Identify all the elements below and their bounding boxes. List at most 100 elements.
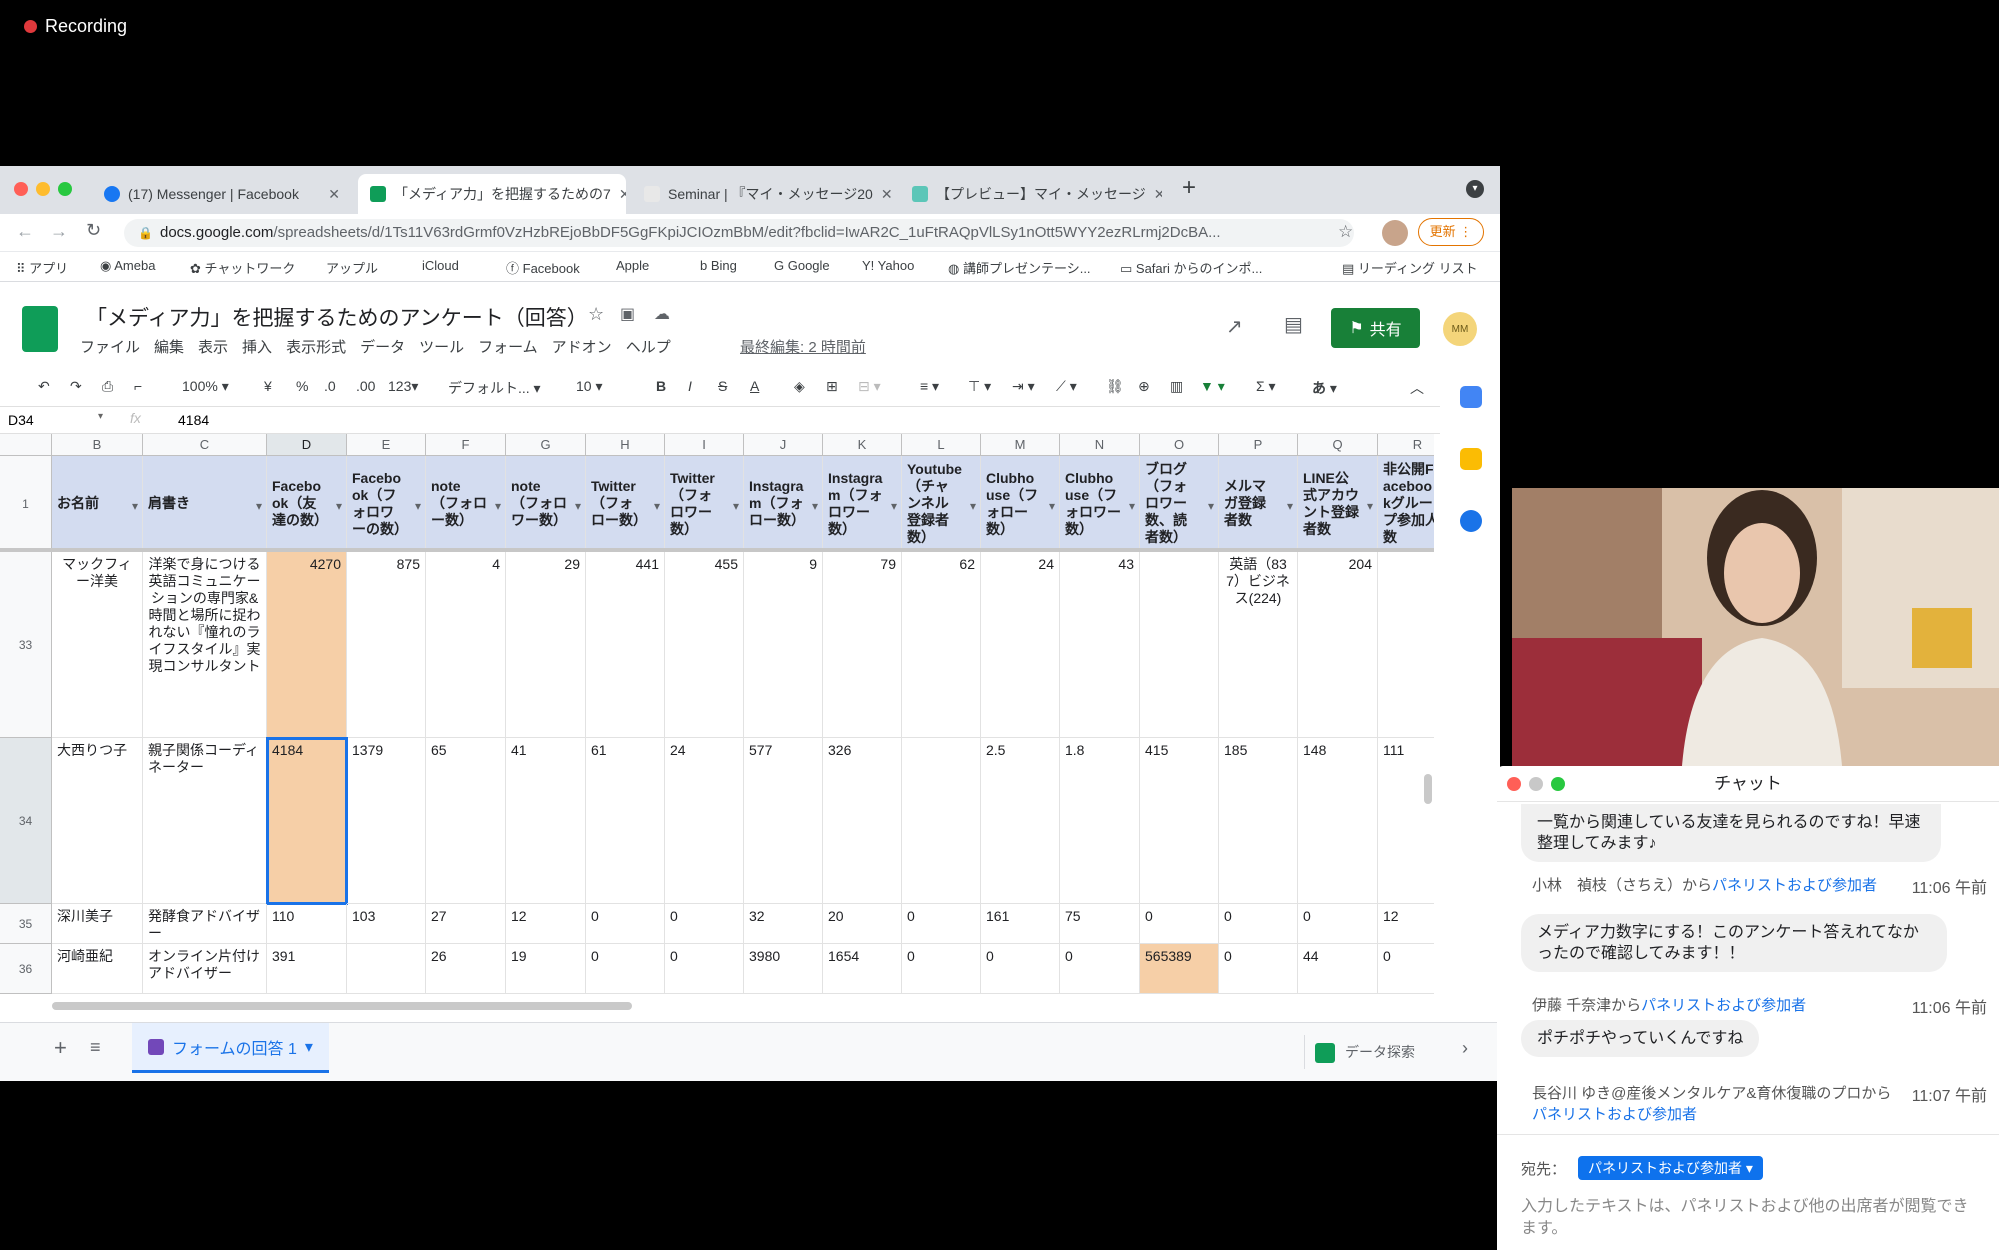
table-cell[interactable]: 415 [1140,738,1219,904]
sheets-logo-icon[interactable] [22,306,58,352]
table-cell[interactable]: 110 [267,904,347,944]
menu-help[interactable]: ヘルプ [626,336,671,357]
chat-input[interactable]: 入力したテキストは、パネリストおよび他の出席者が閲覧できます。 [1521,1196,1981,1240]
column-header-J[interactable]: J [744,434,823,456]
functions-icon[interactable]: Σ ▾ [1256,378,1276,395]
decrease-decimal-button[interactable]: .0 [324,378,336,394]
table-cell[interactable]: 9 [744,552,823,738]
filter-icon[interactable]: ▾ [575,498,581,515]
forward-icon[interactable]: → [50,221,68,242]
column-header-K[interactable]: K [823,434,902,456]
menu-edit[interactable]: 編集 [154,336,184,357]
table-cell[interactable]: 0 [1219,904,1298,944]
table-cell[interactable]: 0 [1378,944,1434,994]
percent-button[interactable]: % [296,378,308,394]
print-icon[interactable]: ⎙ [102,378,113,395]
table-cell[interactable]: 26 [426,944,506,994]
table-cell[interactable]: 0 [1060,944,1140,994]
table-cell[interactable]: 英語（837）ビジネス(224) [1219,552,1298,738]
table-cell[interactable]: 親子関係コーディネーター [143,738,267,904]
column-header-N[interactable]: N [1060,434,1140,456]
column-title[interactable]: ブログ（フォロワー数、読者数） ▾ [1140,456,1219,552]
column-title[interactable]: LINE公式アカウント登録者数 ▾ [1298,456,1378,552]
table-cell[interactable]: 2.5 [981,738,1060,904]
ime-button[interactable]: あ ▾ [1312,378,1337,398]
column-title[interactable]: 非公開Facebookグループ参加人数▾ [1378,456,1434,552]
bookmark-item[interactable]: ◍ 講師プレゼンテーシ... [948,258,1091,277]
filter-icon[interactable]: ▾ [654,498,660,515]
table-cell[interactable]: 43 [1060,552,1140,738]
table-cell[interactable]: 161 [981,904,1060,944]
table-cell[interactable]: オンライン片付けアドバイザー [143,944,267,994]
table-cell[interactable]: 0 [981,944,1060,994]
recipient-select[interactable]: パネリストおよび参加者 ▾ [1578,1156,1763,1180]
table-cell[interactable]: 148 [1298,738,1378,904]
select-all-corner[interactable] [0,434,52,456]
menu-view[interactable]: 表示 [198,336,228,357]
paint-format-icon[interactable]: ⌐ [134,378,142,394]
format-select[interactable]: 123▾ [388,378,418,395]
close-icon[interactable]: ✕ [1154,186,1162,203]
table-cell[interactable]: 204 [1298,552,1378,738]
column-title[interactable]: Instagram（フォロワー数） ▾ [823,456,902,552]
row-header-36[interactable]: 36 [0,944,52,994]
filter-icon[interactable]: ▾ [1287,498,1293,515]
column-header-O[interactable]: O [1140,434,1219,456]
table-cell[interactable] [902,738,981,904]
tab-search-icon[interactable]: ▾ [1466,180,1484,198]
column-title[interactable]: Clubhouse（フォロワー数） ▾ [1060,456,1140,552]
table-cell[interactable]: 0 [1298,904,1378,944]
table-cell[interactable]: 12 [506,904,586,944]
tab-seminar[interactable]: Seminar | 『マイ・メッセージ20 ✕ [632,174,892,214]
column-header-C[interactable]: C [143,434,267,456]
table-cell[interactable]: 111 [1378,738,1434,904]
text-rotate-icon[interactable]: ⟋ ▾ [1056,378,1077,395]
sheet-tab[interactable]: フォームの回答 1 ▾ [132,1023,329,1073]
table-cell[interactable]: 441 [586,552,665,738]
increase-decimal-button[interactable]: .00 [356,378,375,394]
activity-trend-icon[interactable]: ↗ [1226,314,1243,339]
bookmark-item[interactable]: ✿ チャットワーク [190,258,295,277]
table-cell[interactable]: 0 [586,944,665,994]
star-icon[interactable]: ☆ [588,304,604,325]
column-header-F[interactable]: F [426,434,506,456]
table-cell[interactable]: 3980 [744,944,823,994]
table-cell[interactable]: 185 [1219,738,1298,904]
filter-icon[interactable]: ▾ [256,498,262,515]
currency-button[interactable]: ¥ [264,378,272,394]
column-title[interactable]: Facebook（友達の数） ▾ [267,456,347,552]
filter-icon[interactable]: ▾ [733,498,739,515]
move-folder-icon[interactable]: ▣ [620,304,635,324]
table-cell[interactable]: 79 [823,552,902,738]
column-title[interactable]: Twitter（フォロワー数） ▾ [665,456,744,552]
table-cell[interactable]: 875 [347,552,426,738]
new-tab-icon[interactable]: + [1182,174,1196,202]
undo-icon[interactable]: ↶ [38,378,50,395]
filter-icon[interactable]: ▾ [132,498,138,515]
name-box[interactable]: D34 [8,412,34,428]
filter-icon[interactable]: ▾ [1208,498,1214,515]
column-title[interactable]: note（フォロワー数） ▾ [506,456,586,552]
table-cell[interactable]: 0 [1219,944,1298,994]
column-title[interactable]: Instagram（フォロー数） ▾ [744,456,823,552]
table-cell[interactable]: 1379 [347,738,426,904]
table-cell[interactable]: 洋楽で身につける英語コミュニケーションの専門家&時間と場所に捉われない『憧れのラ… [143,552,267,738]
table-cell[interactable]: 4 [426,552,506,738]
table-cell[interactable]: 32 [744,904,823,944]
back-icon[interactable]: ← [16,221,34,242]
table-cell[interactable]: 0 [902,944,981,994]
tab-sheets[interactable]: 「メディア力」を把握するための7 ✕ [358,174,626,214]
close-icon[interactable]: ✕ [328,186,340,203]
keep-icon[interactable] [1460,448,1482,470]
filter-icon[interactable]: ▼ ▾ [1200,378,1225,395]
menu-data[interactable]: データ [360,336,405,357]
column-header-M[interactable]: M [981,434,1060,456]
row-header-34[interactable]: 34 [0,738,52,904]
row-header-33[interactable]: 33 [0,552,52,738]
menu-format[interactable]: 表示形式 [286,336,346,357]
bookmark-item[interactable]: iCloud [422,258,459,273]
row-header-35[interactable]: 35 [0,904,52,944]
table-cell[interactable]: 0 [665,944,744,994]
filter-icon[interactable]: ▾ [891,498,897,515]
side-panel-toggle-icon[interactable]: › [1462,1038,1468,1059]
